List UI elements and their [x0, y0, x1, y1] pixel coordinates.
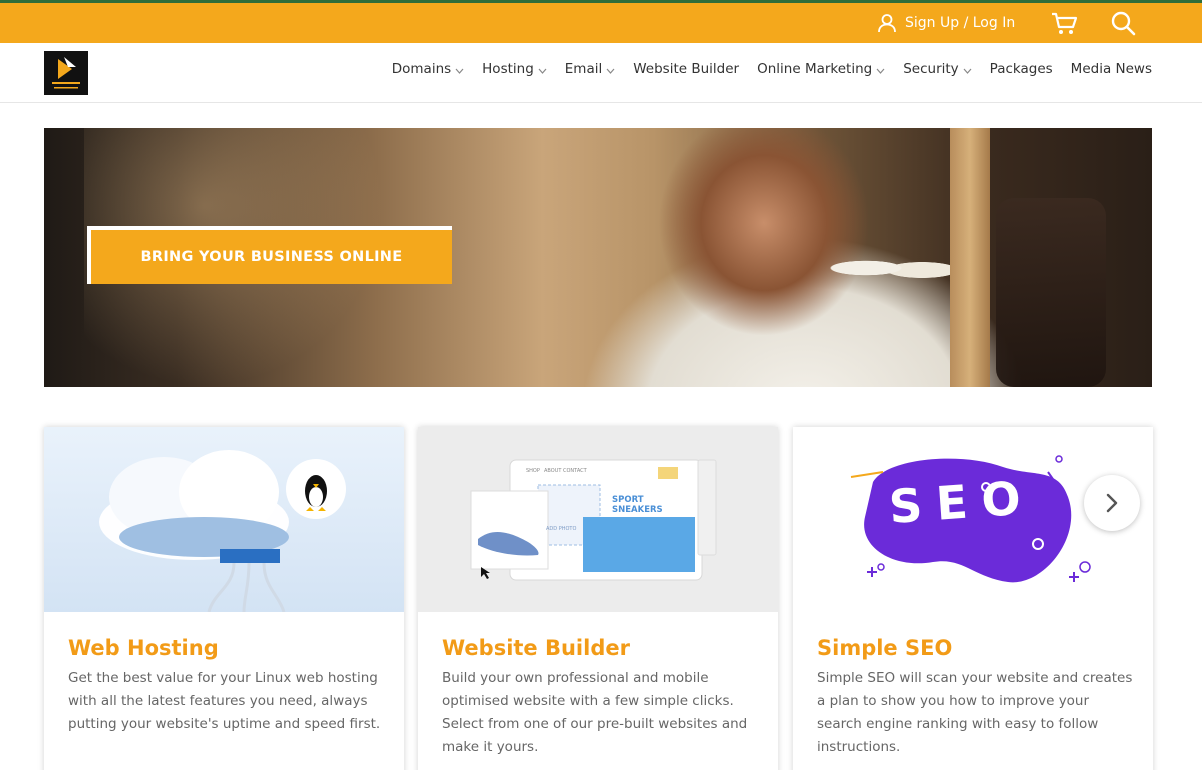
site-logo[interactable] — [44, 51, 88, 95]
chevron-down-icon — [538, 68, 547, 74]
hero-coffee-cups — [824, 248, 964, 288]
nav-packages[interactable]: Packages — [990, 61, 1053, 77]
card-description: Get the best value for your Linux web ho… — [68, 670, 381, 732]
card-description: Build your own professional and mobile o… — [442, 670, 748, 755]
nav-media-news[interactable]: Media News — [1071, 61, 1152, 77]
hero-cta-button[interactable]: BRING YOUR BUSINESS ONLINE — [87, 226, 452, 284]
user-icon — [878, 14, 896, 33]
main-navbar: Domains Hosting Email Website Builder On… — [0, 43, 1202, 103]
mockup-nav-shop: SHOP — [526, 468, 540, 474]
mockup-nav-contact: CONTACT — [563, 468, 587, 474]
nav-packages-label: Packages — [989, 61, 1053, 77]
nav-media-news-label: Media News — [1070, 61, 1152, 77]
chevron-down-icon — [455, 68, 464, 74]
search-icon[interactable] — [1110, 9, 1136, 37]
top-utility-bar: Sign Up / Log In — [0, 3, 1202, 43]
card-title: Simple SEO — [817, 636, 953, 660]
nav-hosting[interactable]: Hosting — [482, 61, 547, 77]
cloud-server-illustration — [99, 450, 346, 612]
mockup-nav-about: ABOUT — [544, 468, 562, 474]
primary-nav: Domains Hosting Email Website Builder On… — [392, 61, 1152, 77]
nav-hosting-label: Hosting — [482, 61, 534, 77]
mockup-heading: SPORT SNEAKERS — [612, 495, 663, 515]
hero-wooden-beam — [950, 128, 990, 387]
sign-up-login-link[interactable]: Sign Up / Log In — [877, 11, 1015, 35]
nav-email[interactable]: Email — [565, 61, 615, 77]
mockup-add-photo: ADD PHOTO — [546, 526, 577, 532]
builder-mockup-illustration — [470, 459, 717, 581]
logo-mark — [44, 51, 88, 95]
nav-online-marketing-label: Online Marketing — [757, 61, 873, 77]
card-title: Website Builder — [442, 636, 630, 660]
cart-icon[interactable] — [1050, 9, 1078, 37]
carousel-next-button[interactable] — [1084, 475, 1140, 531]
card-title: Web Hosting — [68, 636, 219, 660]
service-card-website-builder[interactable]: SHOP ABOUT CONTACT SPORT SNEAKERS ADD PH… — [418, 427, 778, 770]
chevron-down-icon — [963, 68, 972, 74]
web-hosting-image — [44, 427, 404, 612]
card-description: Simple SEO will scan your website and cr… — [817, 670, 1133, 755]
nav-security[interactable]: Security — [903, 61, 972, 77]
sign-up-login-label: Sign Up / Log In — [905, 15, 1016, 31]
chevron-down-icon — [876, 68, 885, 74]
nav-online-marketing[interactable]: Online Marketing — [757, 61, 885, 77]
hero-coffee-jar — [996, 198, 1106, 387]
chevron-down-icon — [606, 68, 615, 74]
nav-security-label: Security — [903, 61, 959, 77]
nav-email-label: Email — [564, 61, 603, 77]
nav-domains[interactable]: Domains — [392, 61, 464, 77]
chevron-right-icon — [1106, 493, 1118, 513]
seo-badge-text: SEO — [887, 469, 1037, 535]
nav-website-builder[interactable]: Website Builder — [633, 61, 739, 77]
nav-domains-label: Domains — [391, 61, 452, 77]
nav-website-builder-label: Website Builder — [633, 61, 740, 77]
website-builder-image: SHOP ABOUT CONTACT SPORT SNEAKERS ADD PH… — [418, 427, 778, 612]
service-card-web-hosting[interactable]: Web Hosting Get the best value for your … — [44, 427, 404, 770]
